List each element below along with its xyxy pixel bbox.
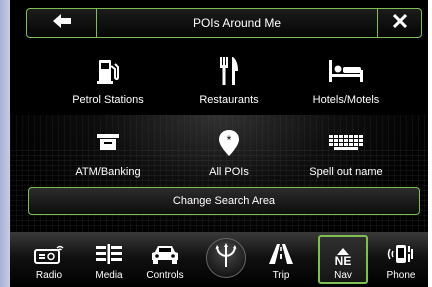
svg-text:*: * (227, 133, 232, 147)
poi-label: Restaurants (199, 94, 259, 106)
keyboard-icon (329, 128, 363, 158)
poi-restaurants[interactable]: Restaurants (169, 56, 289, 112)
map-pin-star-icon: * (219, 128, 239, 158)
poi-all-pois[interactable]: * All POIs (169, 128, 289, 184)
fork-knife-icon (219, 56, 239, 86)
infotainment-screen: POIs Around Me Petrol Stations Restauran… (10, 0, 428, 287)
nav-label: Media (95, 270, 123, 281)
radio-icon (34, 236, 64, 264)
back-button[interactable] (27, 9, 97, 37)
header-bar: POIs Around Me (26, 8, 422, 38)
arrow-left-icon (52, 13, 71, 33)
nav-phone[interactable]: Phone (376, 236, 426, 286)
nav-label: Phone (386, 270, 416, 281)
poi-atm-banking[interactable]: ATM/Banking (48, 128, 168, 184)
nav-media[interactable]: Media (84, 236, 134, 286)
nav-label: Trip (272, 270, 290, 281)
nav-label: Nav (334, 270, 352, 281)
heading-badge: NE (334, 254, 352, 268)
media-icon (96, 236, 122, 264)
nav-trip[interactable]: Trip (256, 236, 306, 286)
car-icon (151, 236, 179, 264)
poi-spell-out-name[interactable]: Spell out name (286, 128, 406, 184)
change-search-area-button[interactable]: Change Search Area (28, 187, 420, 215)
nav-controls[interactable]: Controls (140, 236, 190, 286)
poi-label: All POIs (209, 166, 249, 178)
poi-hotels-motels[interactable]: Hotels/Motels (286, 56, 406, 112)
close-icon (392, 13, 407, 33)
compass-icon: NE (334, 237, 352, 268)
phone-icon (387, 236, 415, 264)
poi-label: Hotels/Motels (312, 94, 380, 106)
page-title: POIs Around Me (192, 16, 282, 30)
close-button[interactable] (377, 9, 421, 37)
poi-petrol-stations[interactable]: Petrol Stations (48, 56, 168, 112)
atm-icon (97, 128, 119, 158)
left-bezel-strip (0, 0, 10, 287)
home-logo-button[interactable] (206, 238, 246, 278)
nav-label: Controls (146, 270, 184, 281)
road-icon (269, 236, 293, 264)
right-bezel-edge (428, 0, 432, 287)
poi-label: Petrol Stations (72, 94, 144, 106)
poi-label: Spell out name (309, 166, 383, 178)
poi-label: ATM/Banking (75, 166, 141, 178)
nav-radio[interactable]: Radio (24, 236, 74, 286)
nav-label: Radio (35, 270, 63, 281)
nav-nav[interactable]: NE Nav (318, 235, 368, 284)
trident-logo-icon (215, 242, 237, 274)
fuel-pump-icon (97, 56, 119, 86)
bed-icon (329, 56, 363, 86)
